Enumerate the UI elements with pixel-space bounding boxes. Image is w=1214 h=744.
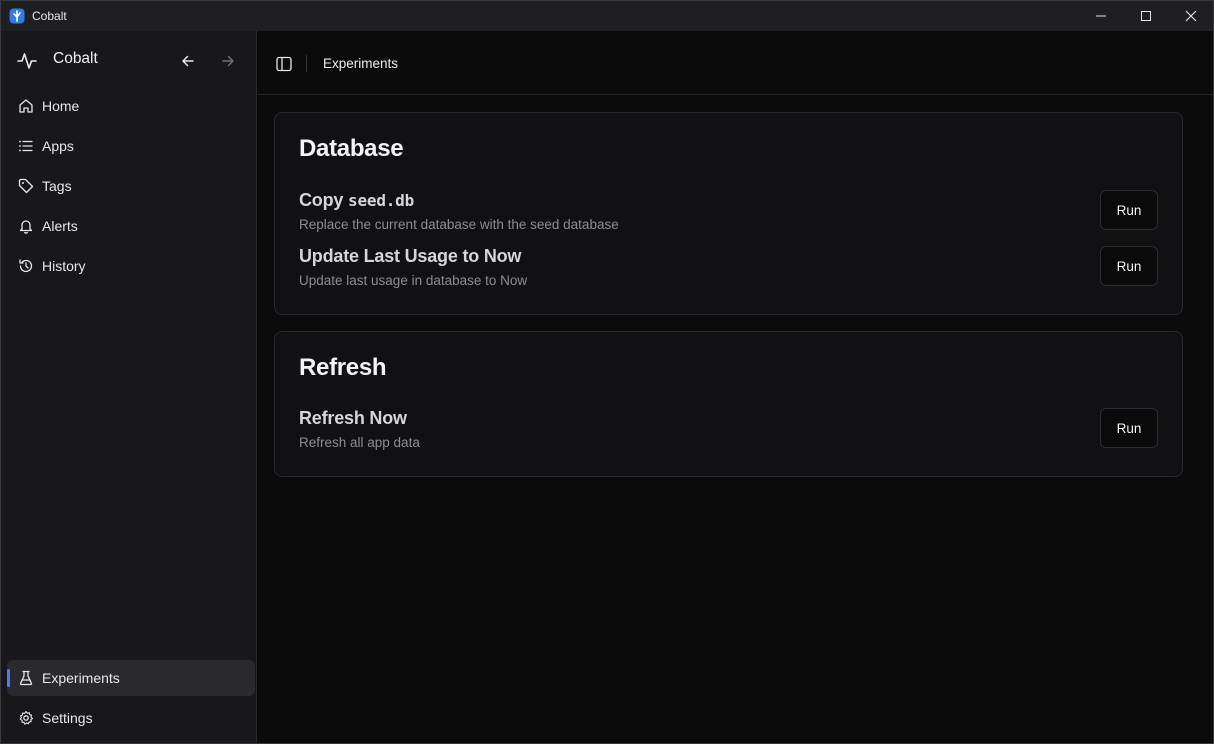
page-header: Experiments [258,31,1213,95]
sidebar-item-tags[interactable]: Tags [7,168,255,204]
tag-icon [18,178,34,194]
sidebar-item-label: Tags [42,178,72,194]
run-copy-seed-button[interactable]: Run [1100,190,1158,230]
row-description: Replace the current database with the se… [299,217,619,232]
close-icon [1185,10,1196,22]
brand-name: Cobalt [53,50,98,67]
header-divider [306,55,307,72]
section-title: Database [299,135,404,162]
bell-icon [19,220,33,234]
sidebar-item-apps[interactable]: Apps [7,128,255,164]
sidebar-item-label: Home [42,98,80,114]
sidebar-item-label: Apps [42,138,74,154]
main-content: Experiments Database Copy seed.db Replac… [258,31,1213,743]
sidebar-item-settings[interactable]: Settings [7,700,255,736]
flask-icon [19,670,33,686]
sidebar-toggle-icon[interactable] [275,55,293,73]
sidebar-item-alerts[interactable]: Alerts [7,208,255,244]
history-icon [19,259,33,273]
sidebar: Cobalt Home Apps Tags Alerts History Exp… [1,31,257,743]
arrow-left-icon [182,55,194,67]
maximize-icon [1140,11,1151,21]
activity-icon [17,53,37,69]
sidebar-item-label: History [42,258,86,274]
list-icon [19,140,33,152]
breadcrumb: Experiments [323,56,399,71]
run-refresh-now-button[interactable]: Run [1100,408,1158,448]
sidebar-header: Cobalt [1,45,257,75]
row-title-code: seed.db [348,191,415,210]
close-button[interactable] [1168,1,1213,31]
row-title: Copy seed.db [299,190,414,211]
arrow-right-icon [222,55,234,67]
sidebar-item-label: Alerts [42,218,78,234]
refresh-section: Refresh Refresh Now Refresh all app data… [274,331,1183,477]
sidebar-item-home[interactable]: Home [7,88,255,124]
row-description: Update last usage in database to Now [299,273,528,288]
window-title: Cobalt [32,9,67,23]
title-bar: Cobalt [1,1,1213,31]
forward-button[interactable] [218,51,238,71]
active-indicator [7,669,10,687]
row-description: Refresh all app data [299,435,420,450]
database-section: Database Copy seed.db Replace the curren… [274,112,1183,315]
home-icon [19,99,33,113]
minimize-button[interactable] [1078,1,1123,31]
back-button[interactable] [178,51,198,71]
sidebar-item-label: Settings [42,710,93,726]
gear-icon [19,710,34,725]
minimize-icon [1095,15,1106,17]
app-window: Cobalt Cobalt Home Apps Tags Alerts Hist… [0,0,1214,744]
maximize-button[interactable] [1123,1,1168,31]
section-title: Refresh [299,354,387,381]
sidebar-item-history[interactable]: History [7,248,255,284]
sidebar-item-label: Experiments [42,670,120,686]
window-controls [1078,1,1213,31]
run-update-last-usage-button[interactable]: Run [1100,246,1158,286]
row-title: Update Last Usage to Now [299,246,522,266]
sidebar-item-experiments[interactable]: Experiments [7,660,255,696]
row-title: Refresh Now [299,408,407,428]
cobalt-logo-icon [9,8,25,24]
row-title-prefix: Copy [299,190,349,210]
